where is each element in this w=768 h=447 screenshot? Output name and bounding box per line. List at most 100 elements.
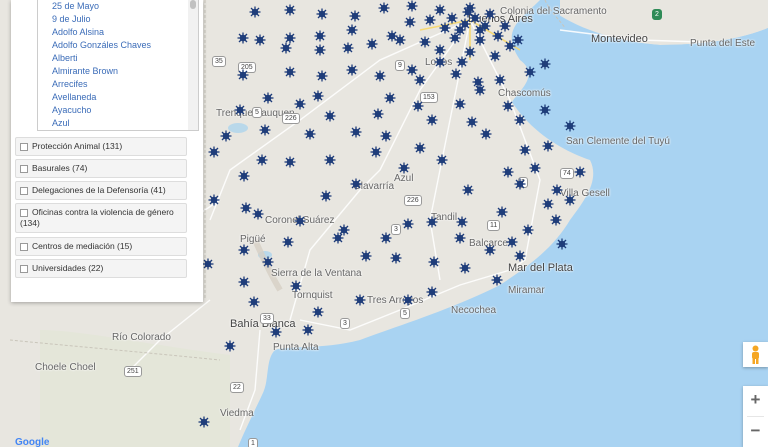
department-list-scrollbar[interactable] [188,0,198,130]
scrollbar-thumb[interactable] [190,0,196,9]
location-marker[interactable] [302,324,314,336]
department-item[interactable]: 25 de Mayo [52,0,198,13]
location-marker[interactable] [450,68,462,80]
location-marker[interactable] [237,32,249,44]
location-marker[interactable] [474,84,486,96]
zoom-out-button[interactable]: − [743,417,768,447]
location-marker[interactable] [514,178,526,190]
layer-toggle-centros-mediacion[interactable]: Centros de mediación (15) [15,237,187,256]
location-marker[interactable] [220,130,232,142]
location-marker[interactable] [542,140,554,152]
location-marker[interactable] [491,274,503,286]
location-marker[interactable] [550,214,562,226]
location-marker[interactable] [564,194,576,206]
location-marker[interactable] [346,24,358,36]
location-marker[interactable] [346,64,358,76]
location-marker[interactable] [294,215,306,227]
location-marker[interactable] [454,98,466,110]
location-marker[interactable] [374,70,386,82]
checkbox[interactable] [20,164,28,173]
location-marker[interactable] [202,258,214,270]
location-marker[interactable] [496,206,508,218]
location-marker[interactable] [224,340,236,352]
location-marker[interactable] [234,104,246,116]
location-marker[interactable] [324,110,336,122]
location-marker[interactable] [494,74,506,86]
location-marker[interactable] [514,114,526,126]
location-marker[interactable] [332,232,344,244]
location-marker[interactable] [314,44,326,56]
location-marker[interactable] [254,34,266,46]
department-item[interactable]: Adolfo Gonzáles Chaves [52,39,198,52]
location-marker[interactable] [406,0,418,12]
location-marker[interactable] [456,56,468,68]
location-marker[interactable] [519,144,531,156]
location-marker[interactable] [240,202,252,214]
location-marker[interactable] [574,166,586,178]
location-marker[interactable] [414,142,426,154]
location-marker[interactable] [354,294,366,306]
location-marker[interactable] [529,162,541,174]
location-marker[interactable] [434,44,446,56]
location-marker[interactable] [414,74,426,86]
location-marker[interactable] [506,236,518,248]
checkbox[interactable] [20,186,28,195]
location-marker[interactable] [436,154,448,166]
department-item[interactable]: Almirante Brown [52,65,198,78]
location-marker[interactable] [428,256,440,268]
location-marker[interactable] [316,70,328,82]
location-marker[interactable] [426,286,438,298]
location-marker[interactable] [386,30,398,42]
location-marker[interactable] [360,250,372,262]
location-marker[interactable] [249,6,261,18]
location-marker[interactable] [320,190,332,202]
location-marker[interactable] [280,42,292,54]
location-marker[interactable] [480,128,492,140]
location-marker[interactable] [349,10,361,22]
layer-toggle-universidades[interactable]: Universidades (22) [15,259,187,278]
location-marker[interactable] [459,262,471,274]
location-marker[interactable] [398,162,410,174]
location-marker[interactable] [446,12,458,24]
location-marker[interactable] [466,116,478,128]
location-marker[interactable] [479,20,491,32]
location-marker[interactable] [390,252,402,264]
location-marker[interactable] [284,4,296,16]
location-marker[interactable] [462,184,474,196]
location-marker[interactable] [198,416,210,428]
layer-toggle-basurales[interactable]: Basurales (74) [15,159,187,178]
location-marker[interactable] [551,184,563,196]
location-marker[interactable] [484,244,496,256]
location-marker[interactable] [462,6,474,18]
location-marker[interactable] [424,14,436,26]
location-marker[interactable] [262,92,274,104]
department-item[interactable]: Arrecifes [52,78,198,91]
location-marker[interactable] [380,130,392,142]
location-marker[interactable] [380,232,392,244]
location-marker[interactable] [378,2,390,14]
location-marker[interactable] [454,24,466,36]
location-marker[interactable] [342,42,354,54]
location-marker[interactable] [294,98,306,110]
location-marker[interactable] [238,276,250,288]
location-marker[interactable] [237,69,249,81]
location-marker[interactable] [419,36,431,48]
department-item[interactable]: Adolfo Alsina [52,26,198,39]
location-marker[interactable] [384,92,396,104]
location-marker[interactable] [556,238,568,250]
department-item[interactable]: Alberti [52,52,198,65]
location-marker[interactable] [372,108,384,120]
location-marker[interactable] [502,166,514,178]
location-marker[interactable] [514,250,526,262]
street-view-pegman-button[interactable] [743,342,768,367]
location-marker[interactable] [324,154,336,166]
checkbox[interactable] [20,264,28,273]
location-marker[interactable] [564,120,576,132]
location-marker[interactable] [539,58,551,70]
location-marker[interactable] [208,194,220,206]
location-marker[interactable] [484,8,496,20]
department-item[interactable]: Azul [52,117,198,130]
location-marker[interactable] [474,34,486,46]
location-marker[interactable] [502,100,514,112]
location-marker[interactable] [314,30,326,42]
